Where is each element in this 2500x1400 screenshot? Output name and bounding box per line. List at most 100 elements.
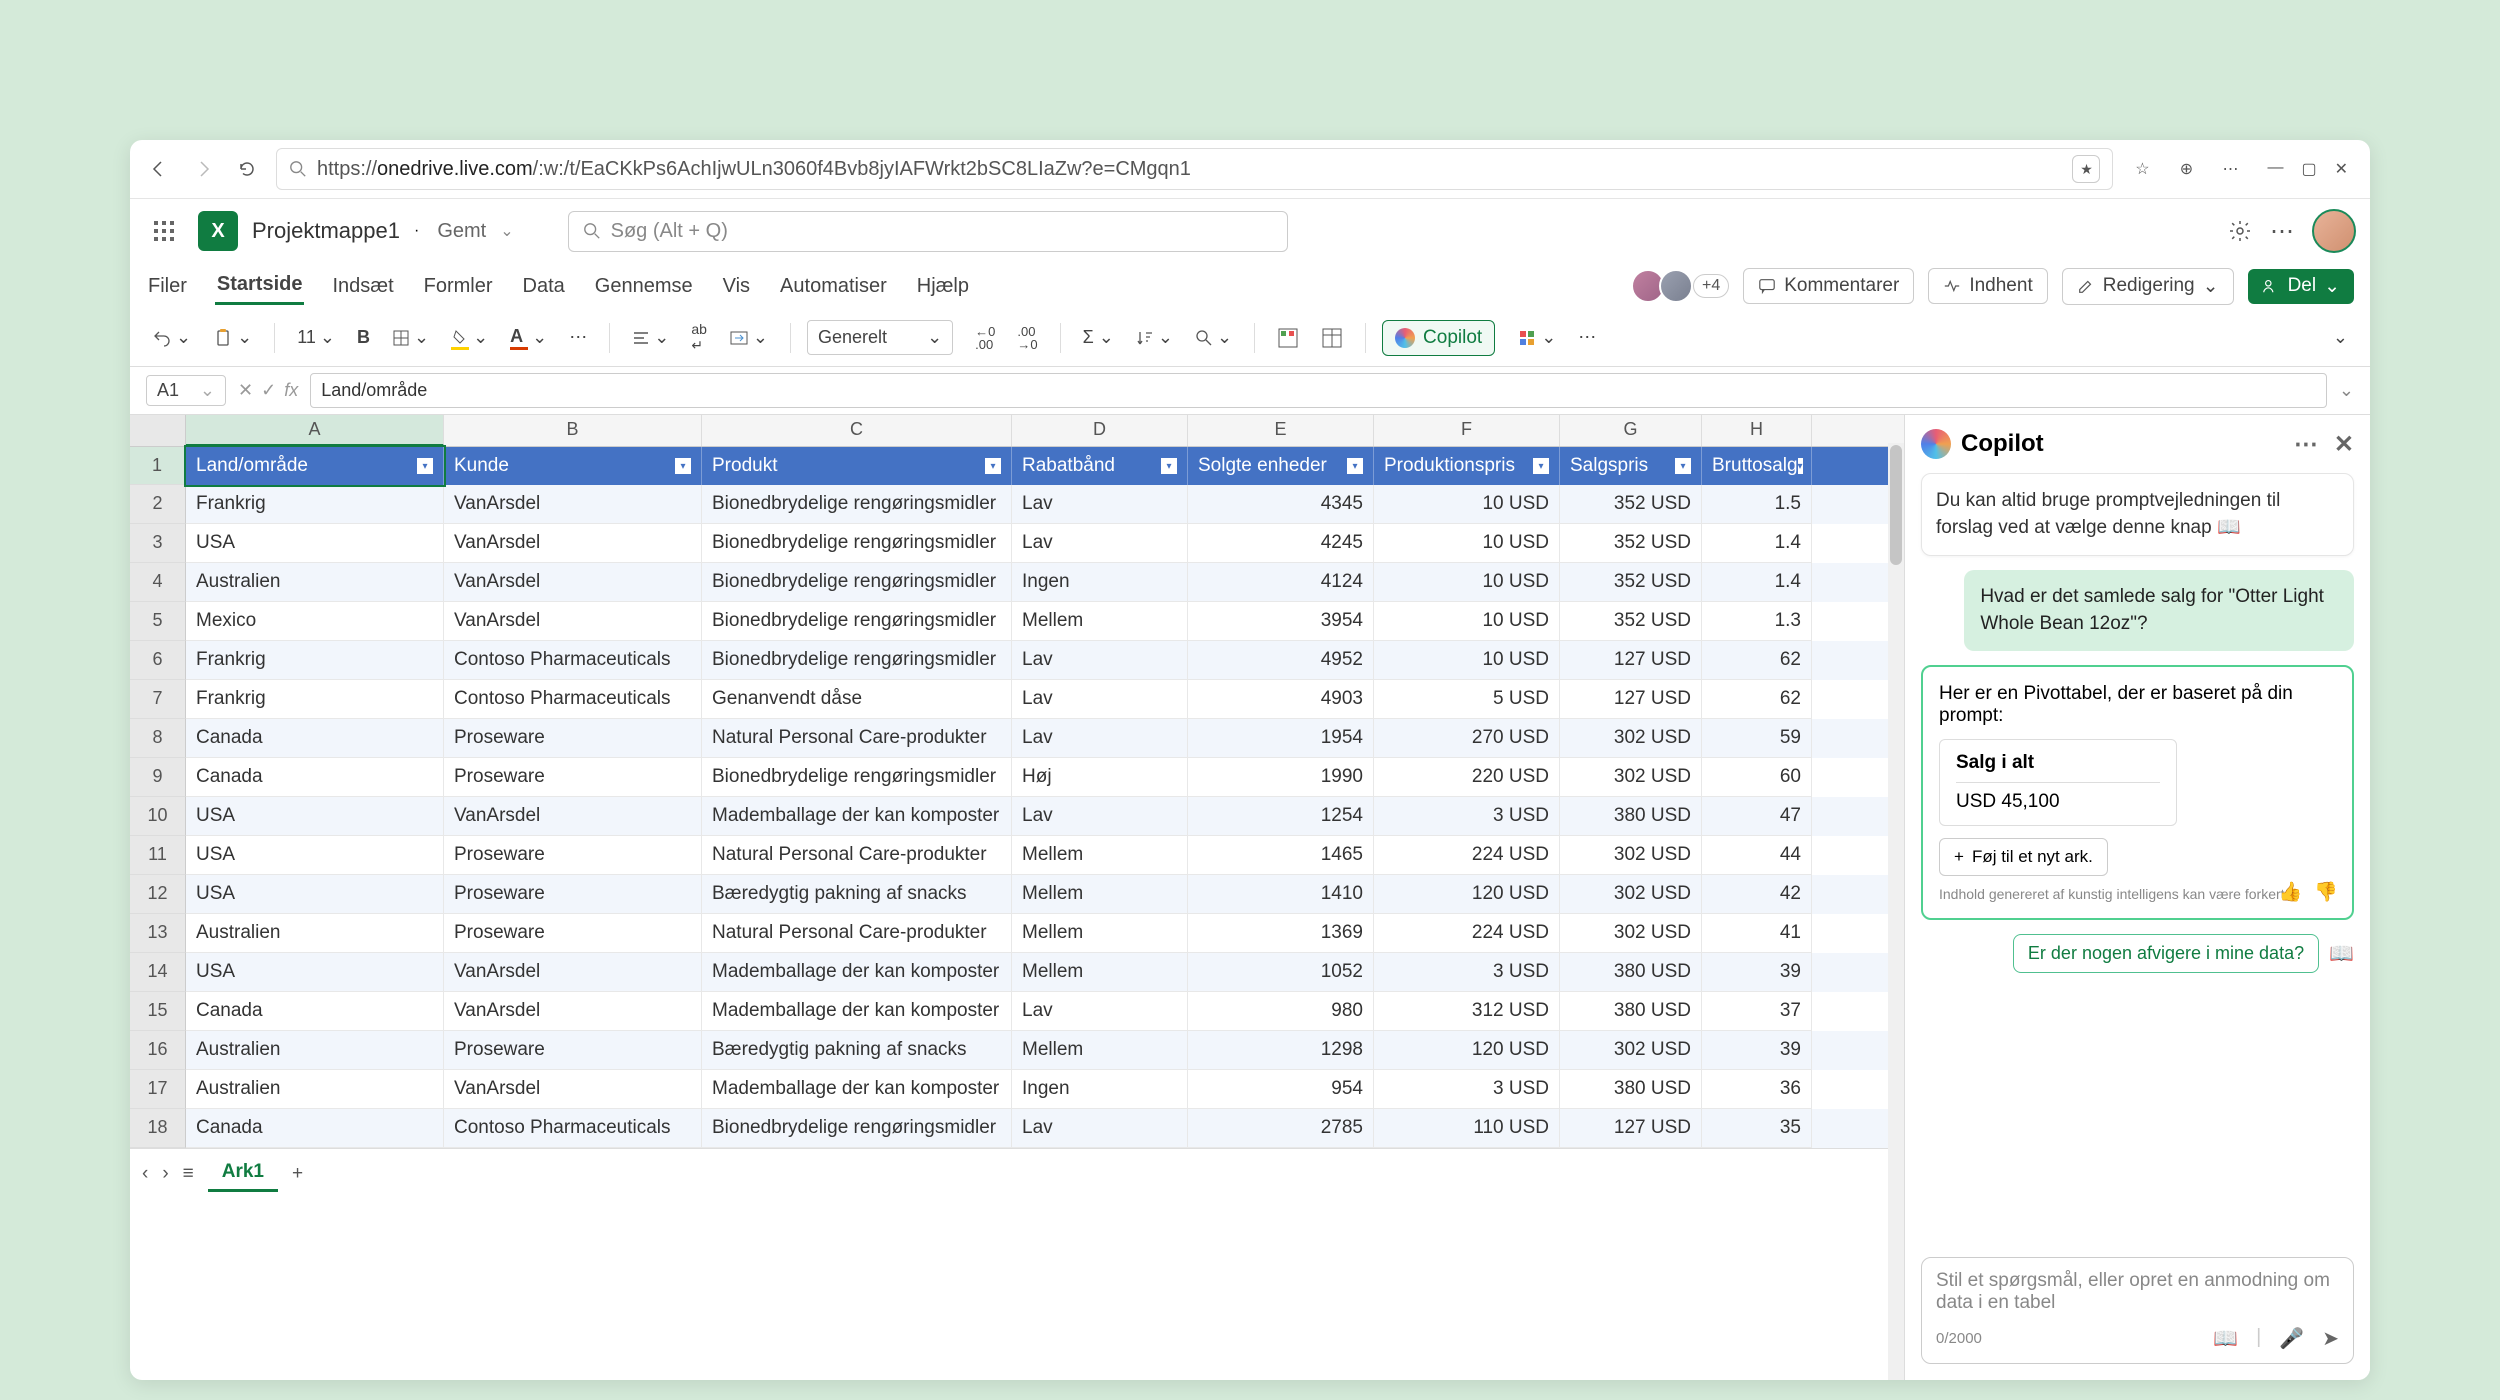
cell[interactable]: 270 USD [1374, 719, 1560, 758]
settings-icon[interactable] [2228, 219, 2252, 243]
format-table-button[interactable] [1315, 323, 1349, 353]
app-launcher-icon[interactable] [144, 211, 184, 251]
table-row[interactable]: 2FrankrigVanArsdelBionedbrydelige rengør… [130, 485, 1904, 524]
cell[interactable]: Lav [1012, 719, 1188, 758]
row-number[interactable]: 2 [130, 485, 186, 524]
table-row[interactable]: 10USAVanArsdelMademballage der kan kompo… [130, 797, 1904, 836]
cell[interactable]: Høj [1012, 758, 1188, 797]
row-number[interactable]: 14 [130, 953, 186, 992]
tab-automatiser[interactable]: Automatiser [778, 269, 889, 304]
confirm-icon[interactable]: ✓ [261, 380, 276, 401]
tab-data[interactable]: Data [521, 269, 567, 304]
row-number[interactable]: 8 [130, 719, 186, 758]
cell[interactable]: Lav [1012, 680, 1188, 719]
cell[interactable]: 352 USD [1560, 524, 1702, 563]
cell[interactable]: 312 USD [1374, 992, 1560, 1031]
name-box[interactable]: A1⌄ [146, 375, 226, 406]
cell[interactable]: Proseware [444, 836, 702, 875]
filter-icon[interactable]: ▾ [985, 458, 1001, 474]
table-row[interactable]: 12USAProsewareBæredygtig pakning af snac… [130, 875, 1904, 914]
cell[interactable]: 37 [1702, 992, 1812, 1031]
comments-button[interactable]: Kommentarer [1743, 268, 1914, 304]
cell[interactable]: 62 [1702, 641, 1812, 680]
cell[interactable]: Canada [186, 1109, 444, 1148]
copilot-more-icon[interactable]: ⋯ [2294, 430, 2318, 459]
table-header[interactable]: Rabatbånd▾ [1012, 447, 1188, 485]
cell[interactable]: 110 USD [1374, 1109, 1560, 1148]
cell[interactable]: Mademballage der kan komposter [702, 992, 1012, 1031]
cell[interactable]: 380 USD [1560, 992, 1702, 1031]
col-header[interactable]: A [186, 415, 444, 446]
spreadsheet-grid[interactable]: A B C D E F G H 1 Land/område▾ Kunde▾ Pr… [130, 415, 1904, 1380]
find-button[interactable]: ⌄ [1189, 323, 1238, 352]
cell[interactable]: 1954 [1188, 719, 1374, 758]
tab-startside[interactable]: Startside [215, 267, 305, 305]
row-number[interactable]: 4 [130, 563, 186, 602]
cell[interactable]: 302 USD [1560, 875, 1702, 914]
cell[interactable]: 1.4 [1702, 524, 1812, 563]
cell[interactable]: 380 USD [1560, 1070, 1702, 1109]
fx-icon[interactable]: fx [284, 380, 298, 401]
favorites-icon[interactable]: ☆ [2127, 154, 2157, 184]
more-icon[interactable]: ⋯ [2270, 217, 2294, 246]
table-row[interactable]: 13AustralienProsewareNatural Personal Ca… [130, 914, 1904, 953]
cell[interactable]: Natural Personal Care-produkter [702, 914, 1012, 953]
cell[interactable]: Frankrig [186, 485, 444, 524]
presence-indicators[interactable]: +4 [1637, 269, 1729, 303]
cell[interactable]: Lav [1012, 524, 1188, 563]
cell[interactable]: 224 USD [1374, 836, 1560, 875]
filter-icon[interactable]: ▾ [1347, 458, 1363, 474]
cell[interactable]: Bæredygtig pakning af snacks [702, 875, 1012, 914]
copilot-close-icon[interactable]: ✕ [2334, 430, 2354, 459]
cell[interactable]: 120 USD [1374, 1031, 1560, 1070]
addins-button[interactable]: ⌄ [1511, 323, 1562, 352]
editing-mode-button[interactable]: Redigering ⌄ [2062, 268, 2234, 305]
cell[interactable]: Bionedbrydelige rengøringsmidler [702, 602, 1012, 641]
col-header[interactable]: G [1560, 415, 1702, 446]
col-header[interactable]: B [444, 415, 702, 446]
cell[interactable]: Bionedbrydelige rengøringsmidler [702, 641, 1012, 680]
ribbon-more-icon[interactable]: ⋯ [1572, 323, 1602, 352]
row-number[interactable]: 17 [130, 1070, 186, 1109]
undo-button[interactable]: ⌄ [146, 323, 197, 352]
table-header[interactable]: Produkt▾ [702, 447, 1012, 485]
cell[interactable]: Lav [1012, 797, 1188, 836]
merge-button[interactable]: ⌄ [723, 323, 774, 352]
cell[interactable]: VanArsdel [444, 524, 702, 563]
tab-indsaet[interactable]: Indsæt [330, 269, 395, 304]
cell[interactable]: 954 [1188, 1070, 1374, 1109]
row-number[interactable]: 15 [130, 992, 186, 1031]
cell[interactable]: Australien [186, 914, 444, 953]
cell[interactable]: 4952 [1188, 641, 1374, 680]
wrap-text-button[interactable]: ab↵ [685, 317, 713, 358]
tab-vis[interactable]: Vis [721, 269, 752, 304]
increase-decimal-button[interactable]: ←0.00 [969, 321, 1001, 355]
cell[interactable]: 36 [1702, 1070, 1812, 1109]
cell[interactable]: 1.3 [1702, 602, 1812, 641]
cell[interactable]: Lav [1012, 992, 1188, 1031]
cell[interactable]: Mellem [1012, 875, 1188, 914]
cell[interactable]: Mellem [1012, 602, 1188, 641]
all-sheets-icon[interactable]: ≡ [183, 1163, 194, 1185]
cell[interactable]: 302 USD [1560, 914, 1702, 953]
collections-icon[interactable]: ⊕ [2171, 154, 2201, 184]
cell[interactable]: 120 USD [1374, 875, 1560, 914]
cell[interactable]: 302 USD [1560, 1031, 1702, 1070]
cell[interactable]: 1410 [1188, 875, 1374, 914]
cell[interactable]: 4245 [1188, 524, 1374, 563]
cell[interactable]: 380 USD [1560, 797, 1702, 836]
expand-formula-icon[interactable]: ⌄ [2339, 380, 2354, 401]
cell[interactable]: Proseware [444, 875, 702, 914]
add-sheet-icon[interactable]: + [292, 1163, 303, 1185]
table-header[interactable]: Solgte enheder▾ [1188, 447, 1374, 485]
cell[interactable]: 10 USD [1374, 641, 1560, 680]
cell[interactable]: 3 USD [1374, 1070, 1560, 1109]
cell[interactable]: 1254 [1188, 797, 1374, 836]
thumbs-down-icon[interactable]: 👎 [2314, 880, 2338, 904]
cell[interactable]: 10 USD [1374, 524, 1560, 563]
prompt-book-icon[interactable]: 📖 [2213, 1326, 2238, 1351]
fill-color-button[interactable]: ⌄ [445, 322, 494, 354]
borders-button[interactable]: ⌄ [386, 323, 435, 352]
cell[interactable]: USA [186, 953, 444, 992]
cell[interactable]: Bionedbrydelige rengøringsmidler [702, 563, 1012, 602]
